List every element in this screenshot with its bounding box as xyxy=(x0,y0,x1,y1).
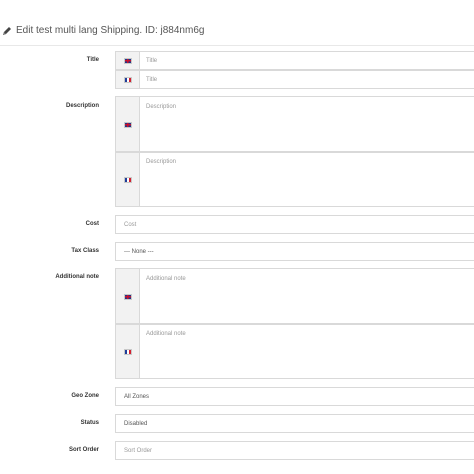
status-value: Disabled xyxy=(124,421,148,427)
language-addon xyxy=(116,325,140,378)
fr-flag-icon xyxy=(124,349,132,355)
sort-order-placeholder: Sort Order xyxy=(124,448,153,454)
additional-note-label: Additional note xyxy=(55,274,99,280)
panel-heading: Edit test multi lang Shipping. ID: j884n… xyxy=(0,16,474,46)
additional-note-textarea-fr[interactable]: Additional note xyxy=(115,324,474,379)
geo-zone-value: All Zones xyxy=(124,394,150,400)
additional-note-placeholder-en: Additional note xyxy=(146,276,186,282)
additional-note-placeholder-fr: Additional note xyxy=(146,331,186,337)
description-label: Description xyxy=(65,103,99,109)
additional-note-textarea-en[interactable]: Additional note xyxy=(115,268,474,324)
cost-label: Cost xyxy=(85,221,99,227)
title-input-en[interactable]: Title xyxy=(115,51,474,70)
description-placeholder-fr: Description xyxy=(146,159,177,165)
uk-flag-icon xyxy=(124,58,132,64)
cost-placeholder: Cost xyxy=(124,222,137,228)
geo-zone-label: Geo Zone xyxy=(71,393,99,399)
description-textarea-fr[interactable]: Description xyxy=(115,152,474,207)
status-label: Status xyxy=(80,420,99,426)
language-addon xyxy=(116,269,140,323)
language-addon xyxy=(116,97,140,151)
tax-class-label: Tax Class xyxy=(71,248,99,254)
cost-input[interactable]: Cost xyxy=(115,215,474,234)
uk-flag-icon xyxy=(124,122,132,128)
sort-order-label: Sort Order xyxy=(68,447,99,453)
status-select[interactable]: Disabled xyxy=(115,414,474,433)
title-input-fr[interactable]: Title xyxy=(115,70,474,89)
title-label: Title xyxy=(86,57,99,63)
description-placeholder-en: Description xyxy=(146,104,177,110)
tax-class-value: --- None --- xyxy=(124,249,154,255)
title-placeholder-en: Title xyxy=(146,58,158,64)
title-placeholder-fr: Title xyxy=(146,77,158,83)
sort-order-input[interactable]: Sort Order xyxy=(115,441,474,460)
language-addon xyxy=(116,71,140,88)
geo-zone-select[interactable]: All Zones xyxy=(115,387,474,406)
language-addon xyxy=(116,153,140,206)
page-title: Edit test multi lang Shipping. ID: j884n… xyxy=(16,25,205,36)
fr-flag-icon xyxy=(124,177,132,183)
language-addon xyxy=(116,52,140,69)
uk-flag-icon xyxy=(124,294,132,300)
fr-flag-icon xyxy=(124,77,132,83)
tax-class-select[interactable]: --- None --- xyxy=(115,242,474,261)
pencil-icon xyxy=(3,26,11,35)
description-textarea-en[interactable]: Description xyxy=(115,96,474,152)
